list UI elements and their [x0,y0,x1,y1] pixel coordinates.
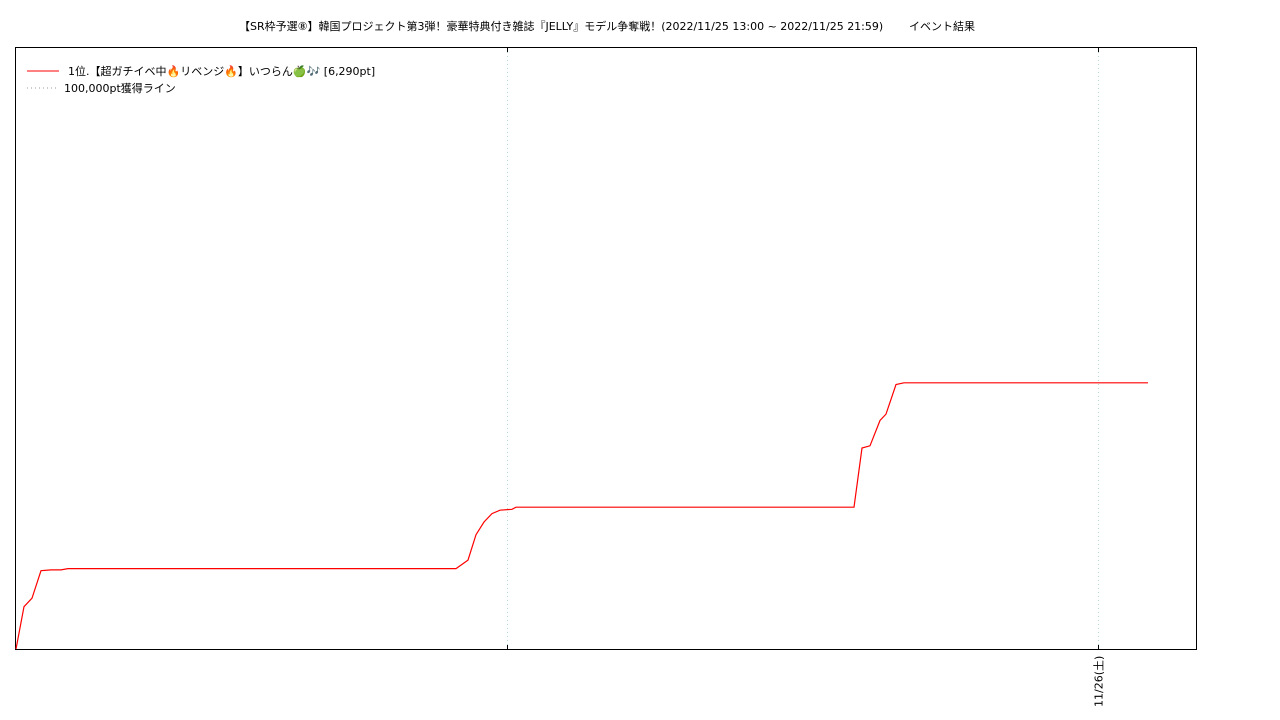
chart-title: 【SR枠予選⑧】韓国プロジェクト第3弾！豪華特典付き雑誌『JELLY』モデル争奪… [239,19,883,33]
chart-title-group: 【SR枠予選⑧】韓国プロジェクト第3弾！豪華特典付き雑誌『JELLY』モデル争奪… [239,19,975,33]
x-tick-label: 11/26(土) [1093,656,1106,707]
chart-title-suffix: イベント結果 [909,19,975,33]
grid [507,48,1099,649]
series-line-1 [15,382,1148,650]
series-group [15,382,1148,650]
legend: 1位.【超ガチイベ中🔥リベンジ🔥】いつらん🍏🎶 [6,290pt] 100,00… [27,64,375,95]
plot-frame [15,47,1197,650]
x-axis-ticks: 11/26(土) [507,48,1106,707]
legend-label-series-1: 1位.【超ガチイベ中🔥リベンジ🔥】いつらん🍏🎶 [6,290pt] [68,64,375,78]
legend-label-series-2: 100,000pt獲得ライン [64,82,176,95]
chart: 【SR枠予選⑧】韓国プロジェクト第3弾！豪華特典付き雑誌『JELLY』モデル争奪… [15,19,1197,707]
